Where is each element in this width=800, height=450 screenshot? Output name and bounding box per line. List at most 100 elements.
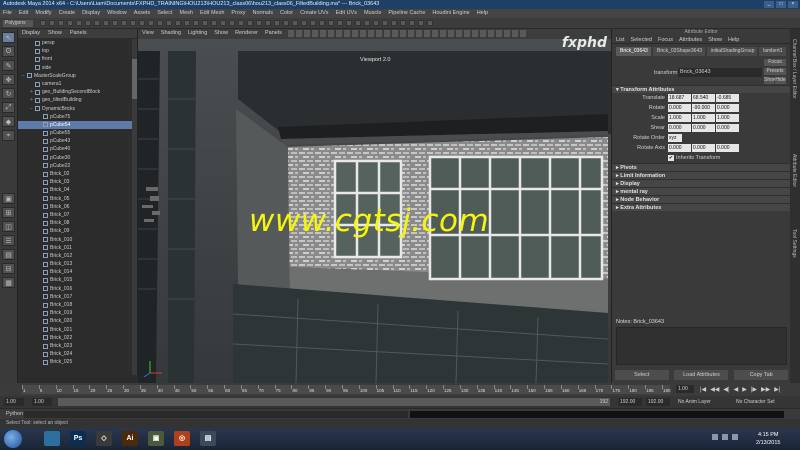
status-tool-icon[interactable] [310,20,316,26]
status-tool-icon[interactable] [139,20,145,26]
viewport-tool-icon[interactable] [384,30,390,37]
outliner-item[interactable]: Brick_07 [18,211,133,219]
viewport-menu-renderer[interactable]: Renderer [235,29,258,38]
menu-houdini-engine[interactable]: Houdini Engine [432,9,469,18]
taskbar-app-icon[interactable]: Ps [70,431,86,446]
outliner-item[interactable]: pCube30 [18,154,133,162]
viewport-menu-show[interactable]: Show [214,29,228,38]
status-tool-icon[interactable] [40,20,46,26]
tray-network-icon[interactable] [722,434,728,440]
outliner-item[interactable]: Brick_018 [18,301,133,309]
taskbar-clock[interactable]: 4:15 PM 2/13/2015 [756,431,780,447]
menu-file[interactable]: File [3,9,12,18]
viewport-tool-icon[interactable] [440,30,446,37]
attr-menu-attributes[interactable]: Attributes [679,36,702,43]
outliner-menu-panels[interactable]: Panels [70,29,87,38]
rotate-order-dropdown[interactable]: xyz [668,134,682,142]
channel-box-tab[interactable]: Channel Box / Layer Editor [791,39,797,99]
status-tool-icon[interactable] [274,20,280,26]
rotate-field-z[interactable]: 0.000 [716,104,739,112]
tray-volume-icon[interactable] [732,434,738,440]
viewport-tool-icon[interactable] [304,30,310,37]
viewport-tool-icon[interactable] [504,30,510,37]
viewport-menu-panels[interactable]: Panels [265,29,282,38]
transform-name-field[interactable]: Brick_03643 [678,68,762,77]
playback-button-icon[interactable]: ◀◀ [710,386,719,393]
outliner-item[interactable]: Brick_010 [18,236,133,244]
viewport-tool-icon[interactable] [408,30,414,37]
outliner-scrollbar[interactable] [132,39,137,375]
menu-create[interactable]: Create [59,9,76,18]
presets-button[interactable]: Presets [764,68,786,75]
rotate-axis-field-z[interactable]: 0.000 [716,144,739,152]
viewport-tool-icon[interactable] [480,30,486,37]
outliner-item[interactable]: Brick_04 [18,186,133,194]
graph-layout-icon[interactable]: ▤ [2,249,15,260]
outliner-item[interactable]: Brick_017 [18,293,133,301]
rotate-field-x[interactable]: 0.000 [668,104,691,112]
rotate-field-y[interactable]: -90.000 [692,104,715,112]
status-tool-icon[interactable] [418,20,424,26]
end-time-field[interactable]: 192.00 [646,398,670,406]
copy-tab-button[interactable]: Copy Tab [734,370,789,380]
status-tool-icon[interactable] [328,20,334,26]
viewport-tool-icon[interactable] [512,30,518,37]
taskbar-app-icon[interactable] [44,431,60,446]
viewport-tool-icon[interactable] [464,30,470,37]
range-bar[interactable]: 192 [58,398,610,406]
translate-field-y[interactable]: 68.540 [692,94,715,102]
viewport-tool-icon[interactable] [432,30,438,37]
menu-assets[interactable]: Assets [134,9,151,18]
status-tool-icon[interactable] [130,20,136,26]
hide-button[interactable]: Hide [775,77,786,84]
scale-field-z[interactable]: 1.000 [716,114,739,122]
menu-edit-mesh[interactable]: Edit Mesh [200,9,224,18]
outliner-item[interactable]: + geo_tiltedBuilding [18,96,133,104]
viewport-tool-icon[interactable] [448,30,454,37]
outliner-menu-display[interactable]: Display [22,29,40,38]
playback-button-icon[interactable]: ◀ [734,386,739,393]
viewport-menu-shading[interactable]: Shading [161,29,181,38]
playback-button-icon[interactable]: |◀ [700,386,706,393]
outliner-item[interactable]: Brick_020 [18,317,133,325]
attr-tab-lambert1[interactable]: lambert1 [759,47,786,56]
menu-muscle[interactable]: Muscle [364,9,381,18]
playback-button-icon[interactable]: ▶| [774,386,780,393]
four-pane-layout-icon[interactable]: ⊞ [2,207,15,218]
hypershade-layout-icon[interactable]: ▦ [2,277,15,288]
status-tool-icon[interactable] [337,20,343,26]
status-tool-icon[interactable] [400,20,406,26]
viewport-tool-icon[interactable] [336,30,342,37]
attr-menu-show[interactable]: Show [708,36,722,43]
viewport-tool-icon[interactable] [488,30,494,37]
outliner-item[interactable]: Brick_011 [18,244,133,252]
outliner-item[interactable]: camera1 [18,80,133,88]
outliner-item[interactable]: pCube55 [18,129,133,137]
side-by-side-layout-icon[interactable]: ◫ [2,221,15,232]
select-tool-icon[interactable]: ↖ [2,32,15,43]
status-tool-icon[interactable] [166,20,172,26]
viewport-tool-icon[interactable] [456,30,462,37]
outliner-item[interactable]: Brick_08 [18,219,133,227]
outliner-item[interactable]: Brick_024 [18,350,133,358]
outliner-item[interactable]: Brick_02 [18,170,133,178]
anim-layer-dropdown[interactable]: No Anim Layer [678,399,711,405]
start-time-field[interactable]: 1.00 [4,398,24,406]
outliner-item[interactable]: Brick_05 [18,195,133,203]
viewport-tool-icon[interactable] [520,30,526,37]
status-tool-icon[interactable] [373,20,379,26]
time-slider[interactable]: 1 5 10 15 20 25 30 35 40 45 50 55 60 65 70 75 80 85 90 95 10… [0,383,800,396]
outliner-item[interactable]: Brick_014 [18,268,133,276]
viewport-tool-icon[interactable] [472,30,478,37]
viewport-menu-lighting[interactable]: Lighting [188,29,207,38]
shear-field-x[interactable]: 0.000 [668,124,691,132]
outliner-item[interactable]: persp [18,39,133,47]
viewport-tool-icon[interactable] [296,30,302,37]
taskbar-app-icon[interactable]: ◇ [96,431,112,446]
menu-proxy[interactable]: Proxy [231,9,245,18]
move-tool-icon[interactable]: ✥ [2,74,15,85]
section-node-behavior[interactable]: ▸ Node Behavior [612,195,790,203]
viewport-tool-icon[interactable] [360,30,366,37]
shear-field-y[interactable]: 0.000 [692,124,715,132]
viewport-tool-icon[interactable] [320,30,326,37]
